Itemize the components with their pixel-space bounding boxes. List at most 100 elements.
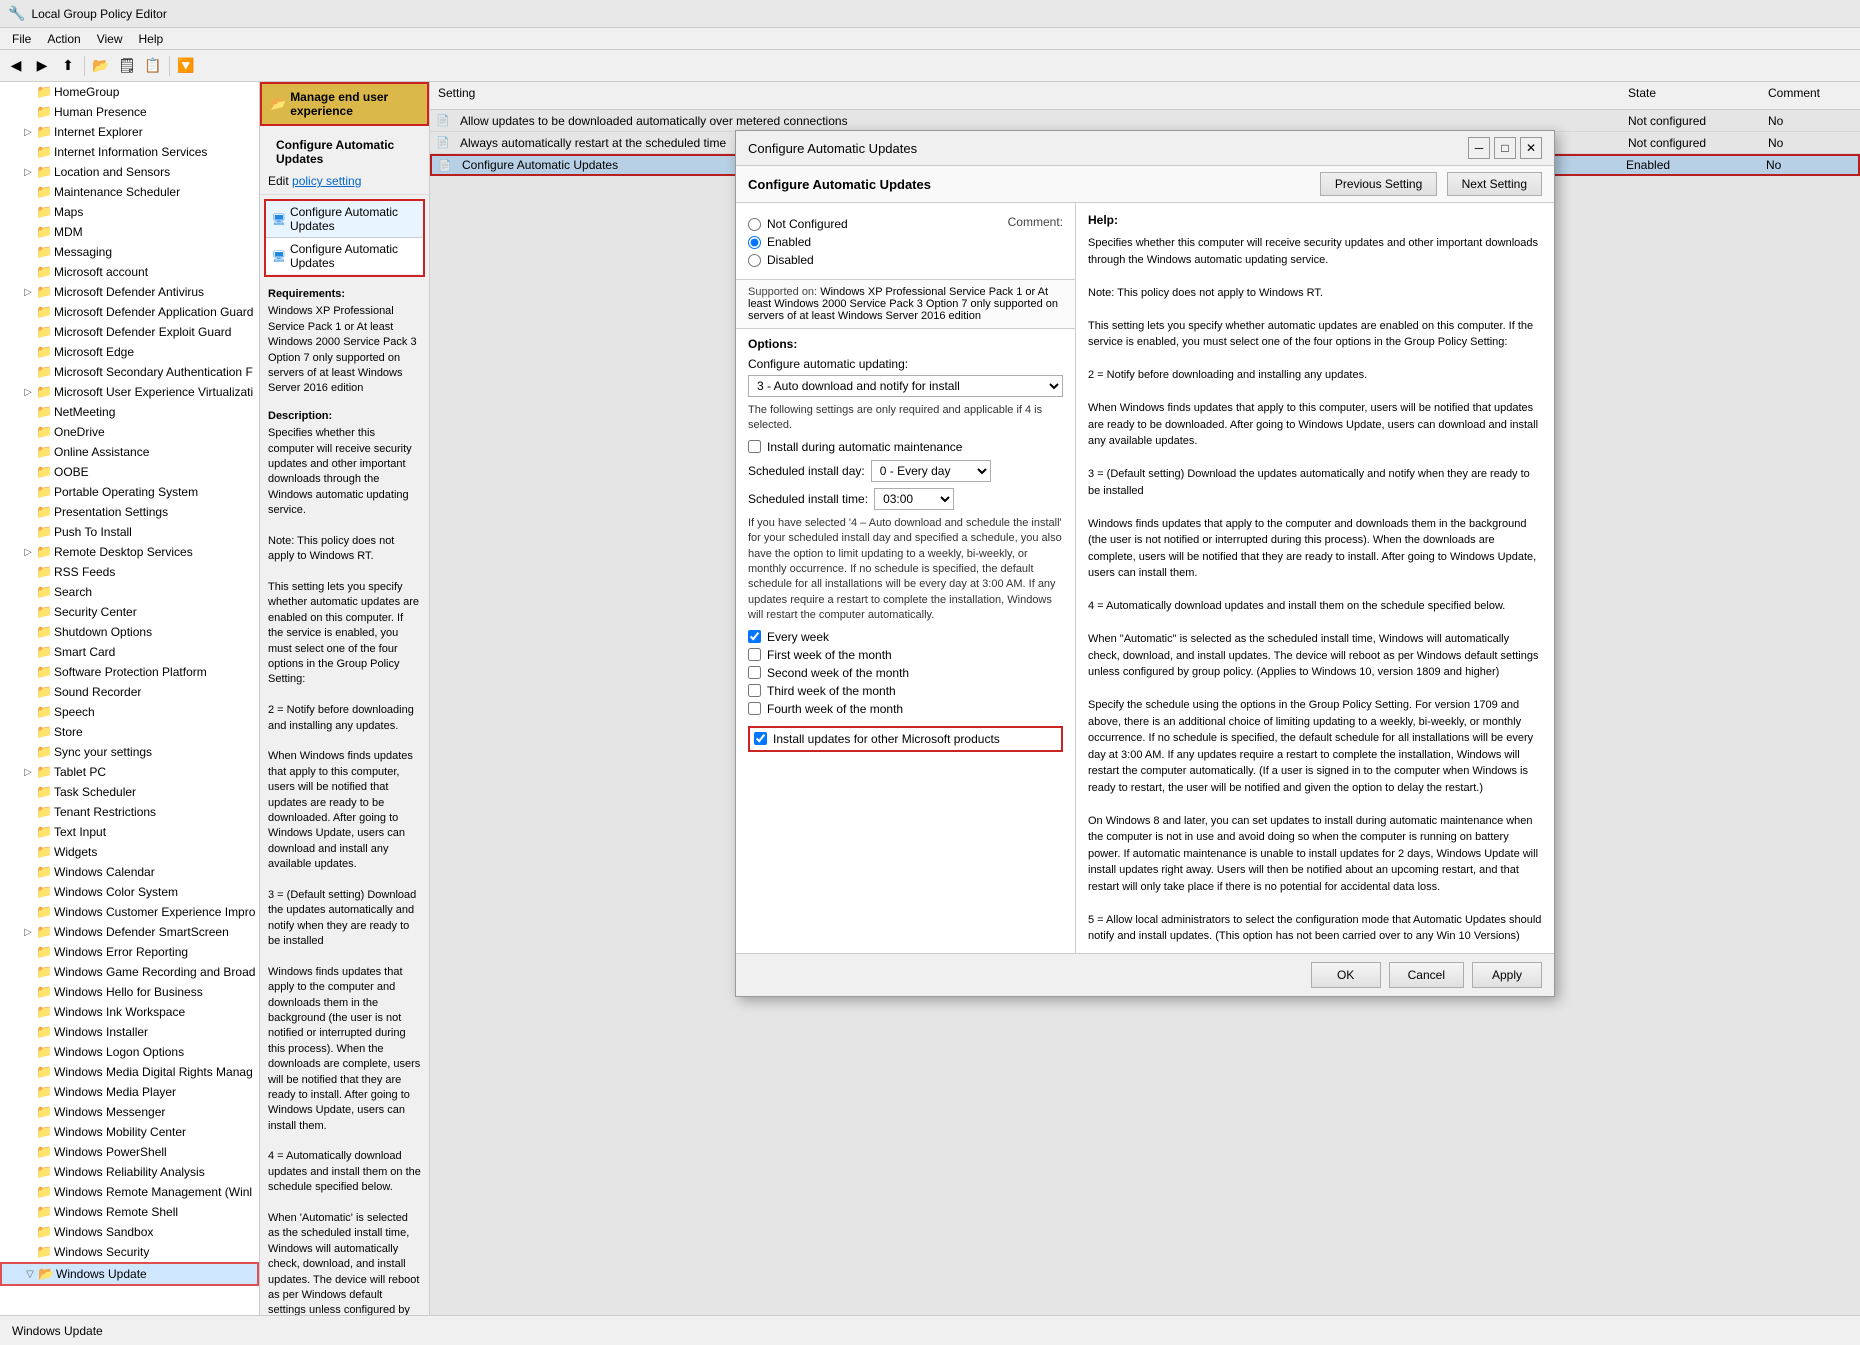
tree-item-location-sensors[interactable]: ▷ 📁 Location and Sensors (0, 162, 259, 182)
install-maintenance-row[interactable]: Install during automatic maintenance (748, 440, 1063, 454)
tree-item-text-input[interactable]: 📁 Text Input (0, 822, 259, 842)
tree-item-win-color[interactable]: 📁 Windows Color System (0, 882, 259, 902)
tree-item-secondary-auth[interactable]: 📁 Microsoft Secondary Authentication F (0, 362, 259, 382)
every-week-row[interactable]: Every week (748, 630, 1063, 644)
apply-button[interactable]: Apply (1472, 962, 1542, 988)
next-setting-button[interactable]: Next Setting (1447, 172, 1542, 196)
menu-file[interactable]: File (4, 30, 39, 48)
tree-item-win-customer-exp[interactable]: 📁 Windows Customer Experience Impro (0, 902, 259, 922)
radio-disabled[interactable]: Disabled (748, 253, 848, 267)
tree-item-internet-info[interactable]: 📁 Internet Information Services (0, 142, 259, 162)
tree-item-defender-app-guard[interactable]: 📁 Microsoft Defender Application Guard (0, 302, 259, 322)
tree-item-win-ink[interactable]: 📁 Windows Ink Workspace (0, 1002, 259, 1022)
tree-item-human-presence[interactable]: 📁 Human Presence (0, 102, 259, 122)
tree-item-store[interactable]: 📁 Store (0, 722, 259, 742)
middle-configure-item-2[interactable]: 🖥 Configure Automatic Updates (266, 238, 423, 275)
tree-item-onedrive[interactable]: 📁 OneDrive (0, 422, 259, 442)
tree-item-win-remote-mgmt[interactable]: 📁 Windows Remote Management (Winl (0, 1182, 259, 1202)
tree-item-win-logon[interactable]: 📁 Windows Logon Options (0, 1042, 259, 1062)
tree-item-win-game-recording[interactable]: 📁 Windows Game Recording and Broad (0, 962, 259, 982)
tree-item-mdm[interactable]: 📁 MDM (0, 222, 259, 242)
tree-item-widgets[interactable]: 📁 Widgets (0, 842, 259, 862)
first-week-row[interactable]: First week of the month (748, 648, 1063, 662)
tree-item-internet-explorer[interactable]: ▷ 📁 Internet Explorer (0, 122, 259, 142)
second-week-row[interactable]: Second week of the month (748, 666, 1063, 680)
tree-item-security-center[interactable]: 📁 Security Center (0, 602, 259, 622)
tree-item-win-smartscreen[interactable]: ▷ 📁 Windows Defender SmartScreen (0, 922, 259, 942)
tree-item-user-experience-virt[interactable]: ▷ 📁 Microsoft User Experience Virtualiza… (0, 382, 259, 402)
tree-item-sound-recorder[interactable]: 📁 Sound Recorder (0, 682, 259, 702)
tree-item-task-scheduler[interactable]: 📁 Task Scheduler (0, 782, 259, 802)
third-week-row[interactable]: Third week of the month (748, 684, 1063, 698)
properties-button[interactable]: 🗒 (115, 54, 139, 78)
tree-item-win-powershell[interactable]: 📁 Windows PowerShell (0, 1142, 259, 1162)
tree-item-presentation[interactable]: 📁 Presentation Settings (0, 502, 259, 522)
tree-item-tenant-restrictions[interactable]: 📁 Tenant Restrictions (0, 802, 259, 822)
tree-item-netmeeting[interactable]: 📁 NetMeeting (0, 402, 259, 422)
supported-on-section: Supported on: Windows XP Professional Se… (736, 280, 1075, 329)
tree-item-portable-os[interactable]: 📁 Portable Operating System (0, 482, 259, 502)
schedule-time-dropdown[interactable]: 03:00 (874, 488, 954, 510)
dialog-minimize-button[interactable]: ─ (1468, 137, 1490, 159)
tree-item-win-remote-shell[interactable]: 📁 Windows Remote Shell (0, 1202, 259, 1222)
tree-item-tablet-pc[interactable]: ▷ 📁 Tablet PC (0, 762, 259, 782)
tree-item-speech[interactable]: 📁 Speech (0, 702, 259, 722)
tree-item-ms-edge[interactable]: 📁 Microsoft Edge (0, 342, 259, 362)
filter-button[interactable]: 🔽 (174, 54, 198, 78)
up-button[interactable]: ⬆ (56, 54, 80, 78)
menu-view[interactable]: View (89, 30, 131, 48)
configure-dropdown[interactable]: 2 - Notify for download and notify for i… (748, 375, 1063, 397)
manage-end-user-header[interactable]: 📂 Manage end user experience (260, 82, 429, 126)
tree-item-ms-account[interactable]: 📁 Microsoft account (0, 262, 259, 282)
prev-setting-button[interactable]: Previous Setting (1320, 172, 1437, 196)
folder-icon: 📁 (36, 1004, 52, 1020)
ok-button[interactable]: OK (1311, 962, 1381, 988)
tree-item-win-sandbox[interactable]: 📁 Windows Sandbox (0, 1222, 259, 1242)
tree-item-win-reliability[interactable]: 📁 Windows Reliability Analysis (0, 1162, 259, 1182)
tree-item-oobe[interactable]: 📁 OOBE (0, 462, 259, 482)
dialog-maximize-button[interactable]: □ (1494, 137, 1516, 159)
forward-button[interactable]: ▶ (30, 54, 54, 78)
tree-item-win-security[interactable]: 📁 Windows Security (0, 1242, 259, 1262)
tree-item-win-calendar[interactable]: 📁 Windows Calendar (0, 862, 259, 882)
tree-item-online-assistance[interactable]: 📁 Online Assistance (0, 442, 259, 462)
dialog-controls: ─ □ ✕ (1468, 137, 1542, 159)
tree-item-homegroup[interactable]: 📁 HomeGroup (0, 82, 259, 102)
radio-enabled[interactable]: Enabled (748, 235, 848, 249)
tree-item-win-installer[interactable]: 📁 Windows Installer (0, 1022, 259, 1042)
tree-item-maintenance[interactable]: 📁 Maintenance Scheduler (0, 182, 259, 202)
tree-item-win-mobility[interactable]: 📁 Windows Mobility Center (0, 1122, 259, 1142)
tree-item-search[interactable]: 📁 Search (0, 582, 259, 602)
tree-item-rss-feeds[interactable]: 📁 RSS Feeds (0, 562, 259, 582)
menu-action[interactable]: Action (39, 30, 88, 48)
policy-setting-link[interactable]: policy setting (292, 174, 361, 188)
back-button[interactable]: ◀ (4, 54, 28, 78)
tree-item-shutdown-options[interactable]: 📁 Shutdown Options (0, 622, 259, 642)
tree-item-software-protection[interactable]: 📁 Software Protection Platform (0, 662, 259, 682)
tree-item-sync-settings[interactable]: 📁 Sync your settings (0, 742, 259, 762)
tree-item-win-media-player[interactable]: 📁 Windows Media Player (0, 1082, 259, 1102)
tree-item-push-install[interactable]: 📁 Push To Install (0, 522, 259, 542)
middle-configure-item-1[interactable]: 🖥 Configure Automatic Updates (266, 201, 423, 238)
folder-icon: 📁 (36, 584, 52, 600)
tree-item-win-media-drm[interactable]: 📁 Windows Media Digital Rights Manag (0, 1062, 259, 1082)
tree-item-remote-desktop[interactable]: ▷ 📁 Remote Desktop Services (0, 542, 259, 562)
dialog-close-button[interactable]: ✕ (1520, 137, 1542, 159)
tree-item-maps[interactable]: 📁 Maps (0, 202, 259, 222)
install-other-products-row[interactable]: Install updates for other Microsoft prod… (748, 726, 1063, 752)
tree-item-messaging[interactable]: 📁 Messaging (0, 242, 259, 262)
radio-not-configured[interactable]: Not Configured (748, 217, 848, 231)
tree-item-win-error-reporting[interactable]: 📁 Windows Error Reporting (0, 942, 259, 962)
cancel-button[interactable]: Cancel (1389, 962, 1464, 988)
schedule-day-dropdown[interactable]: 0 - Every day1 - Every Sunday2 - Every M… (871, 460, 991, 482)
tree-item-win-update[interactable]: ▽ 📂 Windows Update (0, 1262, 259, 1286)
tree-item-win-messenger[interactable]: 📁 Windows Messenger (0, 1102, 259, 1122)
tree-item-defender-exploit[interactable]: 📁 Microsoft Defender Exploit Guard (0, 322, 259, 342)
fourth-week-row[interactable]: Fourth week of the month (748, 702, 1063, 716)
tree-item-win-hello-business[interactable]: 📁 Windows Hello for Business (0, 982, 259, 1002)
tree-item-defender-antivirus[interactable]: ▷ 📁 Microsoft Defender Antivirus (0, 282, 259, 302)
menu-help[interactable]: Help (131, 30, 172, 48)
show-hide-button[interactable]: 📂 (89, 54, 113, 78)
tree-item-smart-card[interactable]: 📁 Smart Card (0, 642, 259, 662)
help-button[interactable]: 📋 (141, 54, 165, 78)
